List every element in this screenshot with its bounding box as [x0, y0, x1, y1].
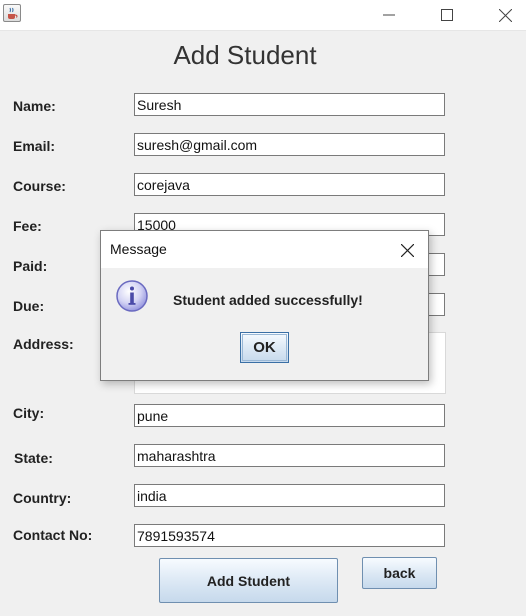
city-label: City:	[13, 405, 45, 421]
java-cup-icon[interactable]	[3, 4, 21, 22]
minimize-icon	[383, 14, 395, 16]
maximize-icon	[441, 9, 453, 21]
state-field[interactable]: maharashtra	[134, 444, 445, 467]
course-label: Course:	[13, 178, 66, 194]
info-icon	[116, 280, 148, 312]
close-icon	[400, 243, 414, 257]
dialog-close-button[interactable]	[395, 238, 419, 262]
due-label: Due:	[13, 298, 45, 314]
message-dialog: Message Student added successfully! OK	[100, 230, 429, 381]
dialog-title: Message	[110, 241, 167, 257]
name-field[interactable]: Suresh	[134, 93, 445, 116]
page-title: Add Student	[173, 40, 317, 70]
close-icon	[498, 8, 512, 22]
name-label: Name:	[13, 98, 56, 114]
address-label: Address:	[13, 336, 74, 352]
fee-label: Fee:	[13, 218, 42, 234]
dialog-titlebar: Message	[101, 231, 428, 268]
email-field[interactable]: suresh@gmail.com	[134, 133, 445, 156]
add-student-button[interactable]: Add Student	[159, 558, 338, 603]
maximize-button[interactable]	[424, 0, 470, 30]
city-field[interactable]: pune	[134, 404, 445, 427]
course-field[interactable]: corejava	[134, 173, 445, 196]
state-label: State:	[14, 450, 53, 466]
ok-button[interactable]: OK	[240, 332, 289, 363]
contact-field[interactable]: 7891593574	[134, 524, 445, 547]
minimize-button[interactable]	[366, 0, 412, 30]
window-titlebar	[0, 0, 526, 31]
dialog-message: Student added successfully!	[173, 292, 363, 308]
country-field[interactable]: india	[134, 484, 445, 507]
contact-label: Contact No:	[13, 527, 93, 543]
close-button[interactable]	[482, 0, 526, 30]
country-label: Country:	[13, 490, 72, 506]
back-button[interactable]: back	[362, 557, 437, 589]
paid-label: Paid:	[13, 258, 48, 274]
email-label: Email:	[13, 138, 56, 154]
